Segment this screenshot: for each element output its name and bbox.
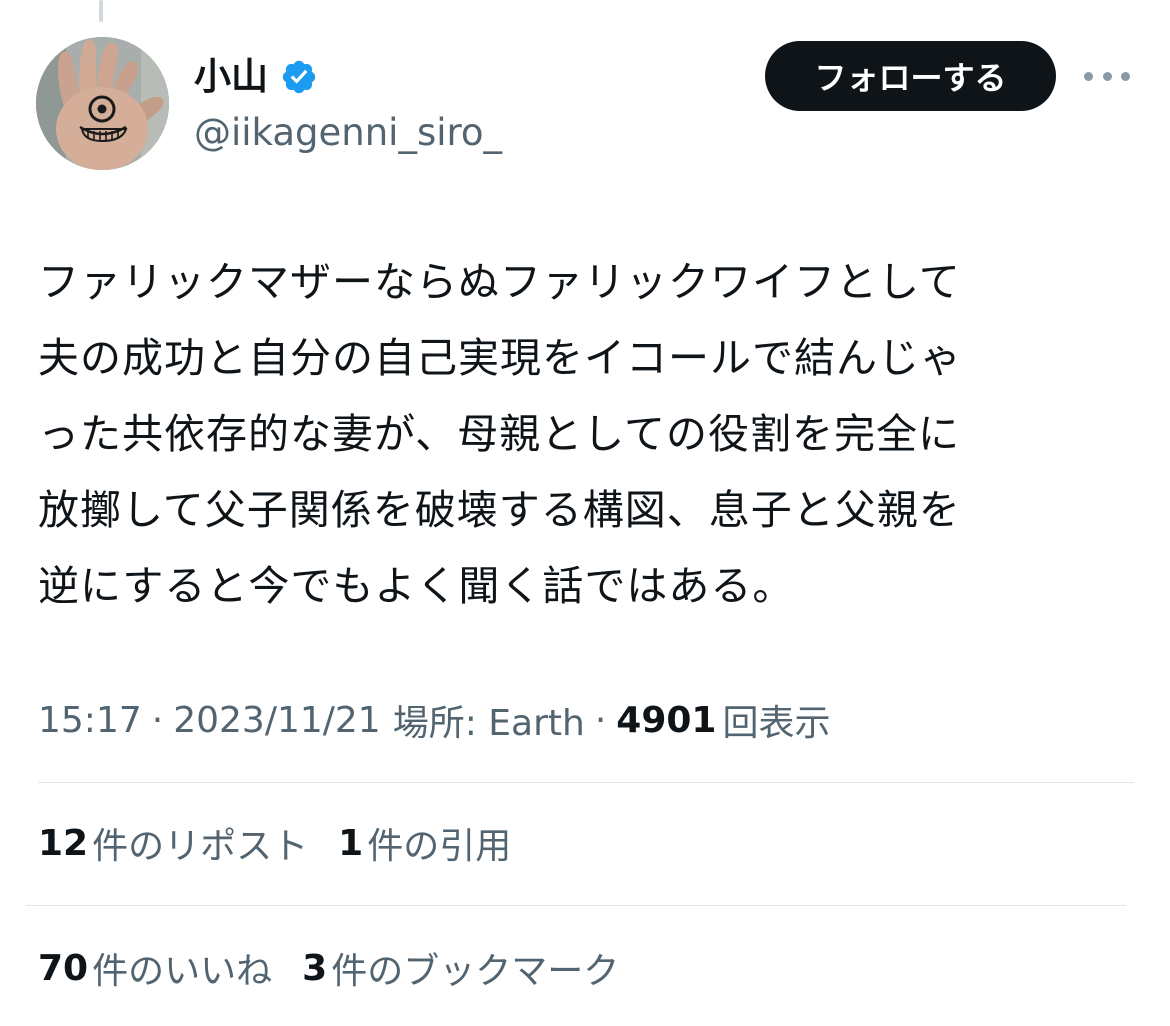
views-count: 4901 [616, 699, 717, 741]
tweet-date[interactable]: 2023/11/21 [173, 700, 381, 741]
more-dot [1121, 71, 1130, 81]
more-dot [1102, 71, 1112, 81]
thread-connector-line [99, 0, 103, 22]
tweet-text-line: った共依存的な妻が、母親としての役割を完全に [38, 410, 960, 458]
tweet-time[interactable]: 15:17 [38, 700, 142, 741]
tweet-text: ファリックマザーならぬファリックワイフとして 夫の成功と自分の自己実現をイコール… [38, 244, 1138, 624]
tweet-location: 場所: Earth [392, 703, 585, 744]
user-name-row: 小山 [194, 52, 318, 102]
likes-count: 70 [38, 947, 89, 989]
bookmarks-label: 件のブックマーク [331, 951, 620, 992]
engagement-stats-row-2: 70 件のいいね 3 件のブックマーク [38, 940, 649, 996]
quotes-count: 1 [338, 822, 364, 864]
tweet-text-line: ファリックマザーならぬファリックワイフとして [38, 258, 961, 306]
hand-drawn-eye-face-avatar-icon [36, 37, 169, 170]
meta-separator: · [594, 699, 607, 741]
reposts-label: 件のリポスト [92, 826, 309, 867]
likes-label: 件のいいね [92, 951, 273, 992]
quotes-stat[interactable]: 1 件の引用 [338, 817, 511, 869]
tweet-text-line: 逆にすると今でもよく聞く話ではある。 [38, 562, 795, 610]
display-name[interactable]: 小山 [194, 52, 268, 102]
verified-badge-icon[interactable] [280, 58, 318, 96]
more-options-icon[interactable] [1084, 60, 1130, 92]
divider [38, 782, 1134, 783]
bookmarks-stat[interactable]: 3 件のブックマーク [302, 942, 619, 994]
tweet-text-line: 放擲して父子関係を破壊する構図、息子と父親を [38, 486, 961, 534]
user-handle[interactable]: @iikagenni_siro_ [194, 108, 502, 158]
views-label: 回表示 [722, 703, 831, 744]
meta-separator: · [151, 699, 164, 741]
reposts-stat[interactable]: 12 件のリポスト [38, 817, 308, 869]
more-dot [1084, 71, 1093, 81]
engagement-stats-row-1: 12 件のリポスト 1 件の引用 [38, 815, 541, 871]
bookmarks-count: 3 [302, 947, 328, 989]
likes-stat[interactable]: 70 件のいいね [38, 942, 272, 994]
tweet-text-line: 夫の成功と自分の自己実現をイコールで結んじゃ [38, 334, 962, 382]
tweet-metadata: 15:17 · 2023/11/21 場所: Earth · 4901 回表示 [38, 692, 831, 748]
avatar[interactable] [36, 37, 169, 170]
follow-button[interactable]: フォローする [765, 41, 1056, 111]
reposts-count: 12 [38, 822, 89, 864]
quotes-label: 件の引用 [367, 826, 512, 867]
divider [26, 905, 1126, 906]
